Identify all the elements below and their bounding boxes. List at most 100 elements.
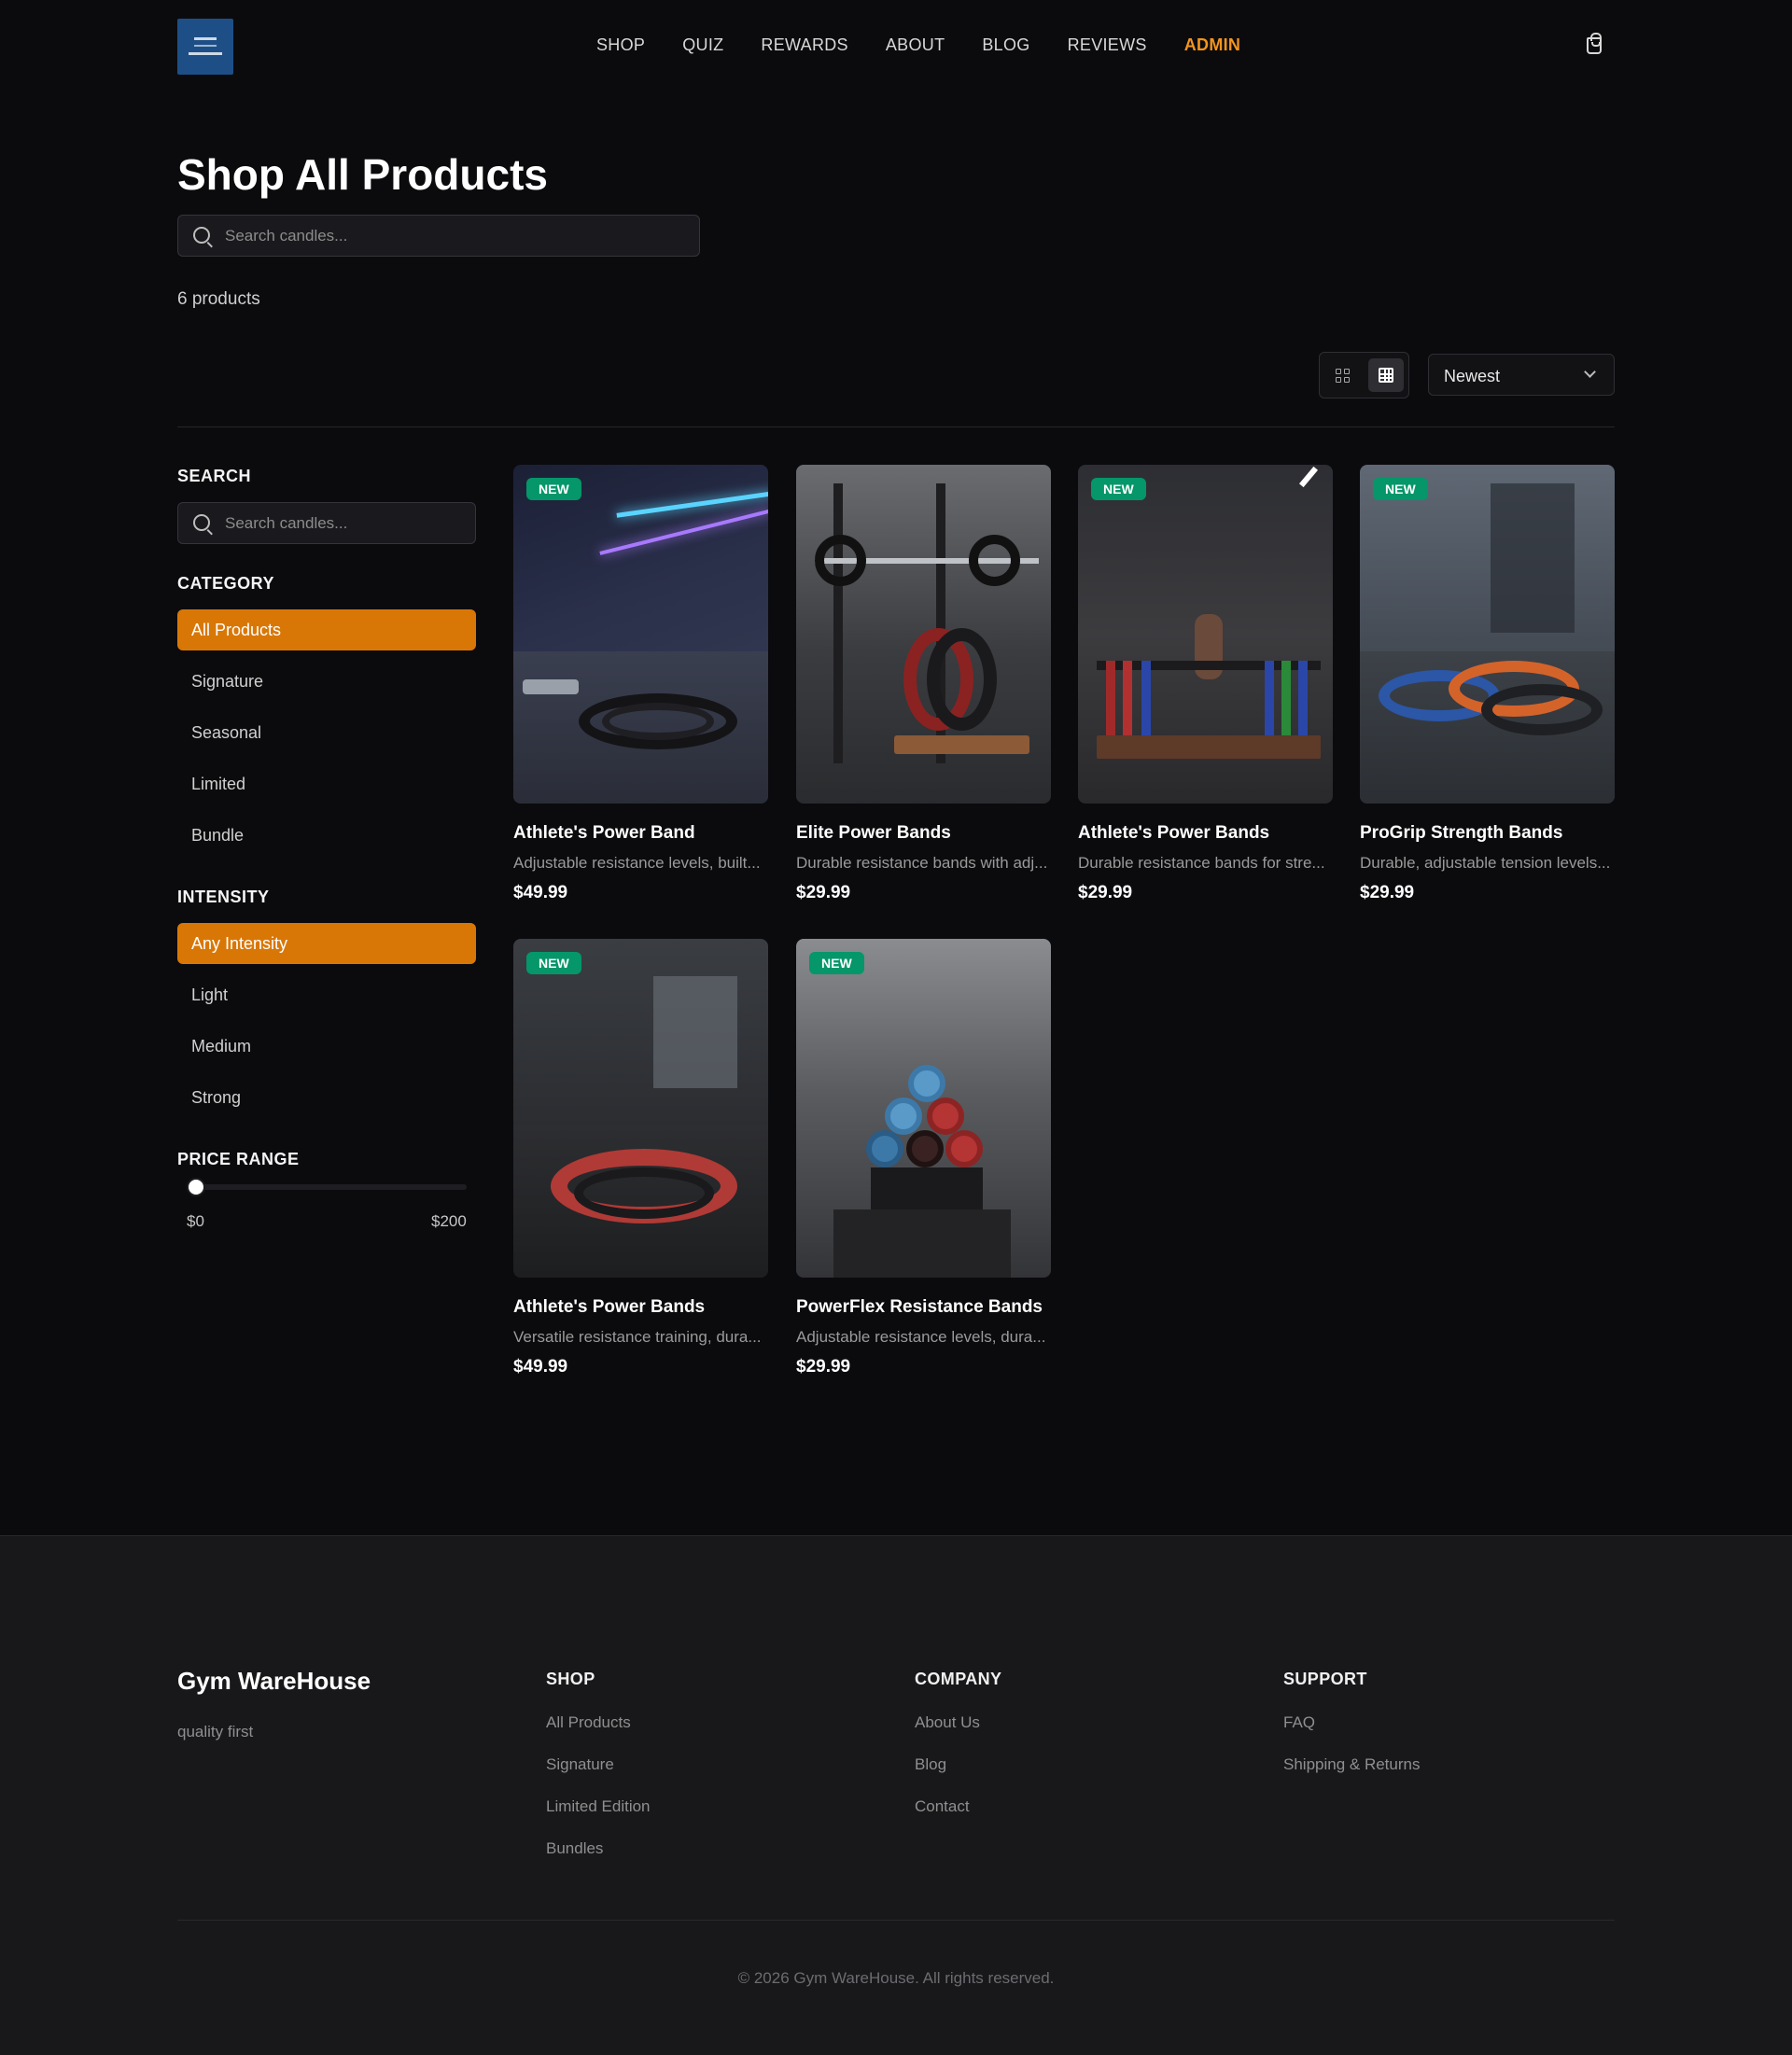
sidebar-search-box bbox=[177, 502, 476, 544]
product-card[interactable]: NEW Athlete's Power Bands Versatile resi… bbox=[513, 939, 768, 1377]
product-title[interactable]: ProGrip Strength Bands bbox=[1360, 823, 1562, 844]
top-nav: SHOP QUIZ REWARDS ABOUT BLOG REVIEWS ADM… bbox=[0, 0, 1792, 93]
product-description: Durable, adjustable tension levels... bbox=[1360, 854, 1611, 872]
category-label: All Products bbox=[191, 621, 282, 639]
category-label: Seasonal bbox=[191, 723, 262, 742]
footer-link-about-us[interactable]: About Us bbox=[915, 1713, 980, 1732]
page-title: Shop All Products bbox=[177, 150, 548, 199]
copyright-text: © 2026 Gym WareHouse. All rights reserve… bbox=[737, 1969, 1055, 1987]
product-title[interactable]: Athlete's Power Band bbox=[513, 823, 695, 844]
site-footer: Gym WareHouse quality first SHOP All Pro… bbox=[0, 1535, 1792, 2055]
intensity-label: Strong bbox=[191, 1088, 242, 1107]
shopping-bag-icon[interactable] bbox=[1587, 33, 1602, 54]
product-price: $29.99 bbox=[796, 883, 851, 902]
grid-large-view-button[interactable] bbox=[1324, 358, 1360, 392]
product-image[interactable]: NEW bbox=[513, 939, 768, 1278]
category-bundle[interactable]: Bundle bbox=[177, 815, 476, 856]
nav-link-quiz[interactable]: QUIZ bbox=[682, 35, 723, 55]
nav-link-rewards[interactable]: REWARDS bbox=[761, 35, 847, 55]
product-card[interactable]: NEW Athlete's Power Bands Durable resist… bbox=[1078, 465, 1333, 902]
product-price: $49.99 bbox=[513, 1357, 568, 1377]
product-description: Versatile resistance training, dura... bbox=[513, 1328, 762, 1346]
footer-link-limited-edition[interactable]: Limited Edition bbox=[546, 1797, 651, 1816]
category-label: Bundle bbox=[191, 826, 245, 845]
price-range-heading: PRICE RANGE bbox=[177, 1150, 300, 1168]
footer-link-contact[interactable]: Contact bbox=[915, 1797, 970, 1816]
sort-selected-value: Newest bbox=[1444, 367, 1501, 385]
price-slider-track[interactable] bbox=[196, 1184, 467, 1190]
footer-divider bbox=[177, 1920, 1615, 1921]
intensity-label: Light bbox=[191, 986, 229, 1004]
product-price: $29.99 bbox=[1078, 883, 1133, 902]
top-search-box bbox=[177, 215, 700, 257]
new-badge: NEW bbox=[526, 478, 581, 500]
logo-wordmark bbox=[189, 52, 222, 55]
nav-link-about[interactable]: ABOUT bbox=[886, 35, 945, 55]
product-price: $29.99 bbox=[796, 1357, 851, 1377]
grid-2x2-icon bbox=[1336, 369, 1350, 383]
product-image[interactable]: NEW bbox=[1360, 465, 1615, 804]
header-divider bbox=[177, 426, 1615, 427]
intensity-light[interactable]: Light bbox=[177, 974, 476, 1015]
product-card[interactable]: NEW PowerFlex Resistance Bands Adjustabl… bbox=[796, 939, 1051, 1377]
sidebar-search-input[interactable] bbox=[225, 503, 466, 543]
intensity-heading: INTENSITY bbox=[177, 888, 270, 906]
intensity-medium[interactable]: Medium bbox=[177, 1026, 476, 1067]
product-card[interactable]: NEW ProGrip Strength Bands Durable, adju… bbox=[1360, 465, 1615, 902]
top-search-input[interactable] bbox=[225, 216, 690, 256]
product-description: Durable resistance bands for stre... bbox=[1078, 854, 1325, 872]
nav-link-blog[interactable]: BLOG bbox=[982, 35, 1029, 55]
intensity-any[interactable]: Any Intensity bbox=[177, 923, 476, 964]
category-limited[interactable]: Limited bbox=[177, 763, 476, 804]
product-image[interactable]: NEW bbox=[513, 465, 768, 804]
new-badge: NEW bbox=[1091, 478, 1146, 500]
category-label: Signature bbox=[191, 672, 264, 691]
product-description: Adjustable resistance levels, dura... bbox=[796, 1328, 1046, 1346]
product-card[interactable]: Elite Power Bands Durable resistance ban… bbox=[796, 465, 1051, 902]
footer-link-all-products[interactable]: All Products bbox=[546, 1713, 631, 1732]
footer-link-faq[interactable]: FAQ bbox=[1283, 1713, 1315, 1732]
product-title[interactable]: Elite Power Bands bbox=[796, 823, 951, 844]
category-heading: CATEGORY bbox=[177, 574, 275, 593]
search-icon bbox=[193, 514, 210, 531]
product-card[interactable]: NEW Athlete's Power Band Adjustable resi… bbox=[513, 465, 768, 902]
category-signature[interactable]: Signature bbox=[177, 661, 476, 702]
product-title[interactable]: Athlete's Power Bands bbox=[513, 1297, 705, 1318]
footer-link-blog[interactable]: Blog bbox=[915, 1755, 946, 1774]
main-nav-links: SHOP QUIZ REWARDS ABOUT BLOG REVIEWS ADM… bbox=[596, 35, 1240, 55]
new-badge: NEW bbox=[526, 952, 581, 974]
new-badge: NEW bbox=[1373, 478, 1428, 500]
product-image[interactable]: NEW bbox=[1078, 465, 1333, 804]
category-seasonal[interactable]: Seasonal bbox=[177, 712, 476, 753]
footer-shop-heading: SHOP bbox=[546, 1670, 595, 1688]
intensity-label: Any Intensity bbox=[191, 934, 288, 953]
nav-link-reviews[interactable]: REVIEWS bbox=[1068, 35, 1147, 55]
footer-link-bundles[interactable]: Bundles bbox=[546, 1839, 603, 1858]
footer-link-signature[interactable]: Signature bbox=[546, 1755, 614, 1774]
grid-small-view-button[interactable] bbox=[1368, 358, 1404, 392]
footer-support-heading: SUPPORT bbox=[1283, 1670, 1367, 1688]
logo-mark-icon bbox=[194, 37, 217, 47]
store-logo[interactable] bbox=[177, 19, 233, 75]
footer-link-shipping-returns[interactable]: Shipping & Returns bbox=[1283, 1755, 1420, 1774]
new-badge: NEW bbox=[809, 952, 864, 974]
nav-link-shop[interactable]: SHOP bbox=[596, 35, 645, 55]
nav-link-admin[interactable]: ADMIN bbox=[1184, 35, 1241, 55]
product-description: Adjustable resistance levels, built... bbox=[513, 854, 761, 872]
intensity-strong[interactable]: Strong bbox=[177, 1077, 476, 1118]
product-image[interactable]: NEW bbox=[796, 939, 1051, 1278]
product-count: 6 products bbox=[177, 289, 260, 309]
search-heading: SEARCH bbox=[177, 467, 252, 485]
product-image[interactable] bbox=[796, 465, 1051, 804]
product-price: $49.99 bbox=[513, 883, 568, 902]
price-max-label: $200 bbox=[431, 1212, 467, 1230]
footer-company-heading: COMPANY bbox=[915, 1670, 1002, 1688]
product-title[interactable]: PowerFlex Resistance Bands bbox=[796, 1297, 1043, 1318]
price-slider-handle[interactable] bbox=[187, 1178, 205, 1196]
product-title[interactable]: Athlete's Power Bands bbox=[1078, 823, 1269, 844]
price-min-label: $0 bbox=[187, 1212, 204, 1230]
chevron-down-icon bbox=[1584, 366, 1596, 378]
category-all-products[interactable]: All Products bbox=[177, 609, 476, 650]
sort-select[interactable]: Newest bbox=[1428, 354, 1615, 396]
search-icon bbox=[193, 227, 210, 244]
